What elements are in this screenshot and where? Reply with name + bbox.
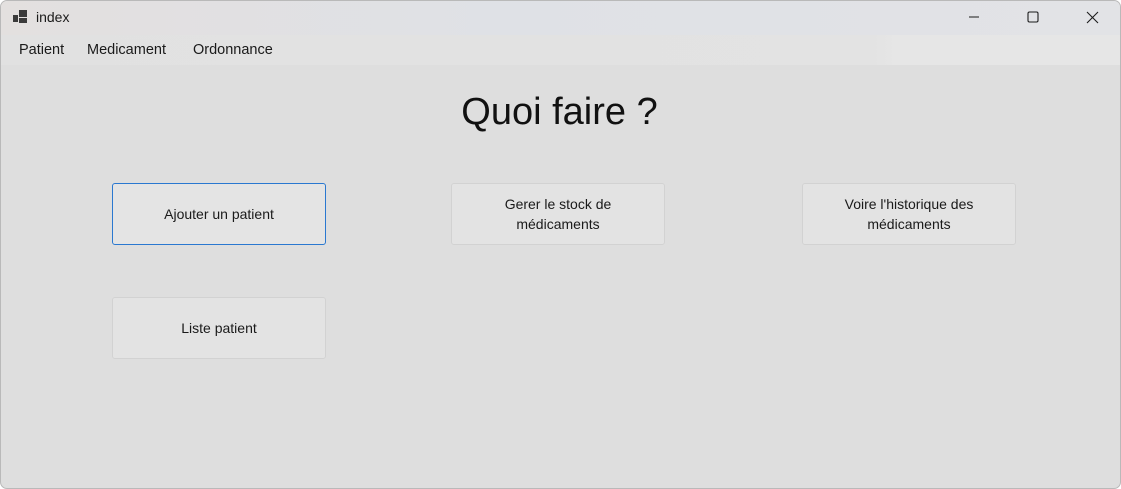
minimize-button[interactable] xyxy=(945,1,1003,33)
maximize-icon xyxy=(1027,11,1039,23)
app-window-icon xyxy=(13,10,29,24)
menu-item-patient[interactable]: Patient xyxy=(19,42,64,58)
menu-item-medicament[interactable]: Medicament xyxy=(87,42,166,58)
close-button[interactable] xyxy=(1063,1,1120,33)
page-title: Quoi faire ? xyxy=(1,91,1120,134)
page-title-text: Quoi faire ? xyxy=(461,91,658,133)
add-patient-button[interactable]: Ajouter un patient xyxy=(112,183,326,245)
manage-stock-button[interactable]: Gerer le stock de médicaments xyxy=(451,183,665,245)
maximize-button[interactable] xyxy=(1004,1,1062,33)
patient-list-button-label: Liste patient xyxy=(181,320,257,336)
minimize-icon xyxy=(969,16,979,18)
menu-item-ordonnance[interactable]: Ordonnance xyxy=(193,42,273,58)
medication-history-button[interactable]: Voire l'historique des médicaments xyxy=(802,183,1016,245)
close-icon xyxy=(1086,11,1098,23)
patient-list-button[interactable]: Liste patient xyxy=(112,297,326,359)
manage-stock-button-label: Gerer le stock de médicaments xyxy=(504,196,612,232)
medication-history-button-label: Voire l'historique des médicaments xyxy=(844,196,974,232)
title-bar[interactable]: index xyxy=(1,1,1120,35)
app-window: index Patient Medicament Ordonnance Quoi… xyxy=(0,0,1121,489)
window-title: index xyxy=(36,9,70,25)
menu-bar: Patient Medicament Ordonnance xyxy=(1,35,1120,65)
add-patient-button-label: Ajouter un patient xyxy=(164,206,274,222)
